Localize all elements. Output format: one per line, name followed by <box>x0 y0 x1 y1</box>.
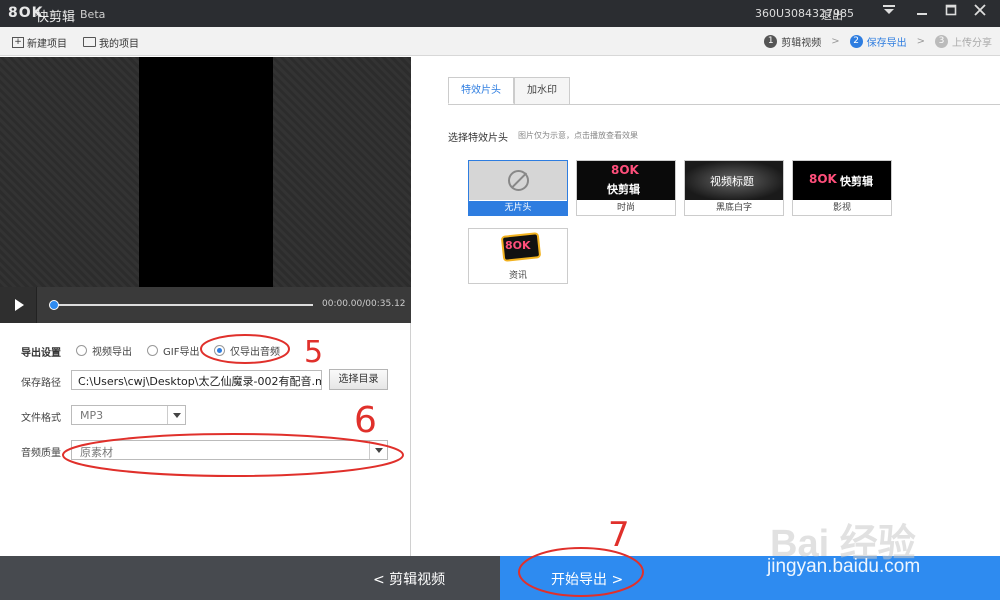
tab-intro-effects[interactable]: 特效片头 <box>448 77 514 104</box>
tab-divider <box>448 104 1000 105</box>
file-format-select[interactable]: MP3 <box>71 405 186 425</box>
logout-link[interactable]: 退出 <box>821 7 843 23</box>
minimize-icon[interactable] <box>912 4 932 22</box>
intro-section-hint: 图片仅为示意，点击播放查看效果 <box>518 131 638 140</box>
bottom-bar-right: 开始导出 > <box>500 556 1000 600</box>
maximize-icon[interactable] <box>941 4 961 22</box>
intro-option-fashion[interactable]: 8OK 快剪辑 时尚 <box>576 160 676 216</box>
audio-quality-label: 音频质量 <box>21 448 61 459</box>
back-to-edit-button[interactable]: < 剪辑视频 <box>373 569 445 589</box>
chevron-down-icon <box>369 441 387 459</box>
no-intro-icon <box>508 170 529 191</box>
chevron-right-icon: > <box>916 36 925 47</box>
step-edit[interactable]: 1 剪辑视频 <box>764 34 821 49</box>
video-frame <box>139 57 273 287</box>
radio-audio-only-export[interactable]: 仅导出音频 <box>214 343 280 358</box>
baidu-watermark-url: jingyan.baidu.com <box>767 556 921 577</box>
close-icon[interactable] <box>970 4 990 22</box>
menu-dropdown-icon[interactable] <box>879 4 899 22</box>
step-save-export[interactable]: 2 保存导出 <box>849 34 907 49</box>
my-projects-button[interactable]: 我的项目 <box>83 34 139 50</box>
progress-knob[interactable] <box>49 300 59 310</box>
plus-icon: + <box>12 36 24 48</box>
intro-option-news[interactable]: 8OK 资讯 <box>468 228 568 284</box>
progress-slider[interactable] <box>49 300 313 310</box>
audio-quality-select[interactable]: 原素材 <box>71 440 388 460</box>
choose-directory-button[interactable]: 选择目录 <box>329 369 388 390</box>
my-projects-label: 我的项目 <box>99 38 139 50</box>
radio-gif-export[interactable]: GIF导出 <box>147 343 199 358</box>
folder-icon <box>83 37 96 47</box>
intro-option-none[interactable]: 无片头 <box>468 160 568 216</box>
save-path-label: 保存路径 <box>21 378 61 389</box>
player-controls: 00:00.00/00:35.12 <box>0 287 411 323</box>
intro-option-film[interactable]: 8OK 快剪辑 影视 <box>792 160 892 216</box>
save-path-field[interactable]: C:\Users\cwj\Desktop\太乙仙魔录-002有配音.mp3 <box>71 370 322 390</box>
brand-logo-icon: 8OK <box>611 163 639 177</box>
time-display: 00:00.00/00:35.12 <box>322 299 406 309</box>
new-project-label: 新建项目 <box>27 38 67 50</box>
new-project-button[interactable]: + 新建项目 <box>12 34 67 50</box>
toolbar: + 新建项目 我的项目 1 剪辑视频 > 2 保存导出 > 3 上传分享 <box>0 27 1000 56</box>
step-upload-share[interactable]: 3 上传分享 <box>935 34 992 49</box>
play-button[interactable] <box>0 287 37 323</box>
app-name: 快剪辑 <box>36 10 76 25</box>
brand-logo-icon: 8OK <box>505 239 531 252</box>
file-format-label: 文件格式 <box>21 413 61 424</box>
chevron-down-icon <box>167 406 185 424</box>
intro-option-black-white[interactable]: 视频标题 黑底白字 <box>684 160 784 216</box>
start-export-button[interactable]: 开始导出 > <box>551 569 623 589</box>
play-icon <box>15 299 24 311</box>
effects-tabs: 特效片头 加水印 <box>448 77 570 104</box>
effects-panel: 特效片头 加水印 选择特效片头 图片仅为示意，点击播放查看效果 无片头 8OK … <box>411 57 1000 556</box>
radio-video-export[interactable]: 视频导出 <box>76 343 132 358</box>
chevron-right-icon: > <box>831 36 840 47</box>
title-bar: 8OK 快剪辑 Beta 360U3084327985 退出 <box>0 0 1000 27</box>
bottom-bar-left: < 剪辑视频 <box>0 556 500 600</box>
intro-section-title: 选择特效片头 <box>448 133 508 144</box>
step-indicator: 1 剪辑视频 > 2 保存导出 > 3 上传分享 <box>764 34 992 49</box>
export-settings-panel: 导出设置 视频导出 GIF导出 仅导出音频 保存路径 C:\Users\cwj\… <box>0 323 411 556</box>
brand-logo-icon: 8OK <box>809 172 837 186</box>
export-settings-label: 导出设置 <box>21 348 61 359</box>
app-beta-label: Beta <box>80 8 106 21</box>
tab-watermark[interactable]: 加水印 <box>514 77 570 104</box>
